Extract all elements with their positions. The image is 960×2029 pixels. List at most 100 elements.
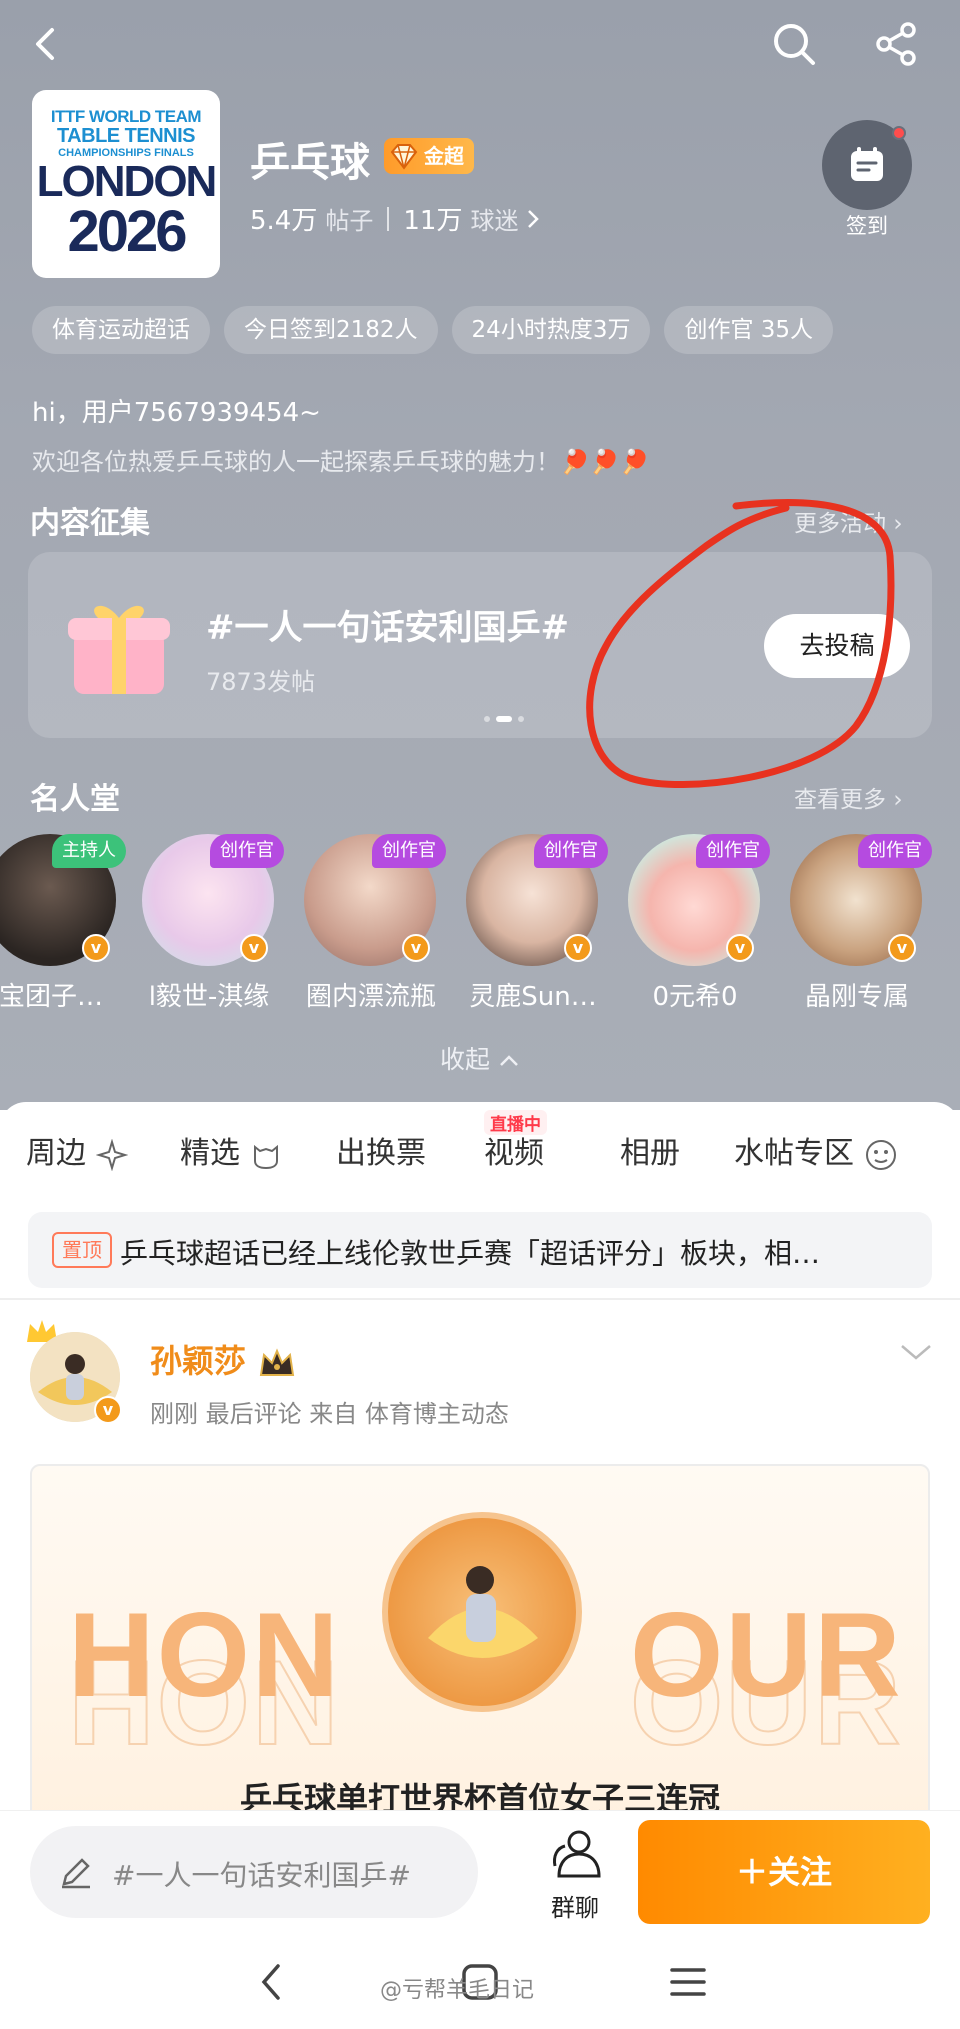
verified-icon: v bbox=[564, 934, 592, 962]
chevron-right-icon: › bbox=[893, 787, 903, 813]
watermark-text: @亏帮羊毛日记 bbox=[380, 1978, 535, 2003]
collect-count: 7873发帖 bbox=[206, 668, 316, 696]
carousel-dots bbox=[484, 716, 524, 722]
tab-label: 精选 bbox=[180, 1136, 240, 1171]
pinned-text: 乒乓球超话已经上线伦敦世乒赛「超话评分」板块，相… bbox=[120, 1237, 821, 1270]
chevron-right-icon bbox=[528, 209, 540, 228]
athlete-illustration bbox=[428, 1566, 538, 1658]
red-circle-annotation bbox=[586, 499, 895, 788]
chip-checkins[interactable]: 今日签到2182人 bbox=[224, 306, 438, 354]
role-tag: 主持人 bbox=[52, 834, 126, 868]
calendar-icon bbox=[851, 147, 883, 181]
group-chat-label: 群聊 bbox=[551, 1894, 599, 1922]
chevron-up-icon bbox=[500, 1055, 518, 1066]
person-name: 灵鹿Sun… bbox=[469, 982, 597, 1012]
carousel-dot-active bbox=[496, 716, 512, 722]
collapse-label: 收起 bbox=[440, 1045, 491, 1074]
tab-featured[interactable]: 精选 bbox=[180, 1128, 282, 1172]
nav-back-icon[interactable] bbox=[256, 1962, 286, 2002]
role-tag: 创作官 bbox=[210, 834, 284, 868]
verified-icon: v bbox=[94, 1396, 122, 1424]
fame-more-label: 查看更多 bbox=[794, 787, 886, 813]
topic-title: 乒乓球 bbox=[250, 140, 370, 186]
fame-section-title: 名人堂 bbox=[30, 782, 120, 817]
post-author-row[interactable]: 孙颖莎 bbox=[150, 1336, 297, 1382]
checkin-label: 签到 bbox=[846, 214, 888, 238]
face-icon bbox=[865, 1139, 896, 1170]
collect-topic: #一人一句话安利国乒# bbox=[206, 608, 569, 648]
crown-badge-icon bbox=[259, 1348, 295, 1376]
topic-chips: 体育运动超话 今日签到2182人 24小时热度3万 创作官 35人 bbox=[32, 306, 834, 354]
logo-line-5: 2026 bbox=[67, 199, 187, 264]
post-meta: 刚刚 最后评论 来自 体育博主动态 bbox=[150, 1400, 509, 1428]
content-tabs: 周边 精选 出换票 视频 相册 水帖专区 bbox=[0, 1128, 960, 1188]
tab-video[interactable]: 视频 bbox=[484, 1128, 544, 1172]
tab-tickets[interactable]: 出换票 bbox=[336, 1128, 426, 1172]
compose-input[interactable]: #一人一句话安利国乒# bbox=[30, 1826, 478, 1918]
person-name: 0元希0 bbox=[652, 982, 738, 1012]
stats-divider bbox=[387, 206, 390, 231]
follow-button[interactable]: ＋关注 bbox=[638, 1820, 930, 1924]
collapse-button[interactable]: 收起 bbox=[0, 1040, 960, 1076]
fame-list: 主持人 v 宝团子… 创作官 v l毅世-淇缘 创作官 v 圈内漂流瓶 创作官 … bbox=[0, 834, 960, 1014]
notification-dot bbox=[892, 126, 906, 140]
compose-placeholder: #一人一句话安利国乒# bbox=[112, 1859, 411, 1892]
pinned-post[interactable]: 置顶 乒乓球超话已经上线伦敦世乒赛「超话评分」板块，相… bbox=[28, 1212, 932, 1288]
tab-nearby[interactable]: 周边 bbox=[26, 1128, 129, 1172]
post-author-name: 孙颖莎 bbox=[150, 1342, 247, 1380]
role-tag: 创作官 bbox=[534, 834, 608, 868]
logo-line-4: LONDON bbox=[36, 157, 218, 206]
role-tag: 创作官 bbox=[858, 834, 932, 868]
chip-heat[interactable]: 24小时热度3万 bbox=[451, 306, 651, 354]
greeting-text: hi，用户7567939454~ bbox=[32, 398, 321, 428]
role-tag: 创作官 bbox=[372, 834, 446, 868]
chip-creators[interactable]: 创作官 35人 bbox=[664, 306, 834, 354]
topic-stats: 5.4万 帖子 11万 球迷 bbox=[250, 200, 540, 237]
honour-image[interactable]: HON OUR HON OUR 乒乓球单打世界杯首位女子三连冠 bbox=[30, 1464, 930, 1824]
fans-label[interactable]: 球迷 bbox=[470, 201, 518, 236]
person-name: 圈内漂流瓶 bbox=[305, 982, 436, 1012]
verified-icon: v bbox=[726, 934, 754, 962]
person-name: l毅世-淇缘 bbox=[148, 982, 270, 1012]
role-tag: 创作官 bbox=[696, 834, 770, 868]
search-icon bbox=[774, 24, 815, 65]
fans-count[interactable]: 11万 bbox=[403, 200, 462, 237]
chip-category[interactable]: 体育运动超话 bbox=[32, 306, 210, 354]
verified-icon: v bbox=[82, 934, 110, 962]
honour-right-text: OUR bbox=[630, 1588, 903, 1722]
nav-menu-icon[interactable] bbox=[668, 1964, 708, 2000]
pencil-icon bbox=[62, 1858, 90, 1889]
group-chat-button[interactable] bbox=[540, 1826, 610, 1886]
fame-more-link[interactable]: 查看更多 › bbox=[794, 780, 903, 814]
verified-icon: v bbox=[240, 934, 268, 962]
posts-label: 帖子 bbox=[325, 207, 374, 235]
medal-portrait bbox=[382, 1512, 582, 1712]
back-button[interactable] bbox=[14, 12, 78, 76]
honour-left-text: HON bbox=[68, 1588, 341, 1722]
carousel-dot bbox=[484, 716, 490, 722]
posts-count: 5.4万 bbox=[250, 206, 318, 236]
sparkle-icon bbox=[95, 1138, 129, 1171]
search-button[interactable] bbox=[762, 12, 826, 76]
level-badge: 金超 bbox=[384, 138, 474, 174]
checkin-button[interactable] bbox=[822, 120, 912, 210]
logo-line-1: ITTF WORLD TEAM bbox=[50, 107, 202, 126]
topic-logo[interactable]: ITTF WORLD TEAM TABLE TENNIS CHAMPIONSHI… bbox=[32, 90, 220, 278]
level-badge-label: 金超 bbox=[424, 144, 464, 168]
tab-label: 周边 bbox=[26, 1136, 86, 1171]
post-menu-button[interactable] bbox=[898, 1340, 934, 1368]
tab-label: 水帖专区 bbox=[734, 1136, 854, 1171]
tab-casual[interactable]: 水帖专区 bbox=[734, 1128, 898, 1172]
share-button[interactable] bbox=[864, 12, 928, 76]
verified-icon: v bbox=[888, 934, 916, 962]
logo-line-2: TABLE TENNIS bbox=[56, 125, 196, 147]
tab-album[interactable]: 相册 bbox=[620, 1128, 680, 1172]
gift-icon bbox=[68, 605, 170, 694]
person-name: 晶刚专属 bbox=[804, 982, 909, 1012]
person-name: 宝团子… bbox=[0, 982, 103, 1012]
back-arrow-icon bbox=[36, 28, 54, 60]
group-chat-icon bbox=[553, 1830, 601, 1878]
cat-icon bbox=[253, 1144, 278, 1169]
gem-icon bbox=[390, 144, 418, 170]
share-icon bbox=[876, 22, 916, 66]
